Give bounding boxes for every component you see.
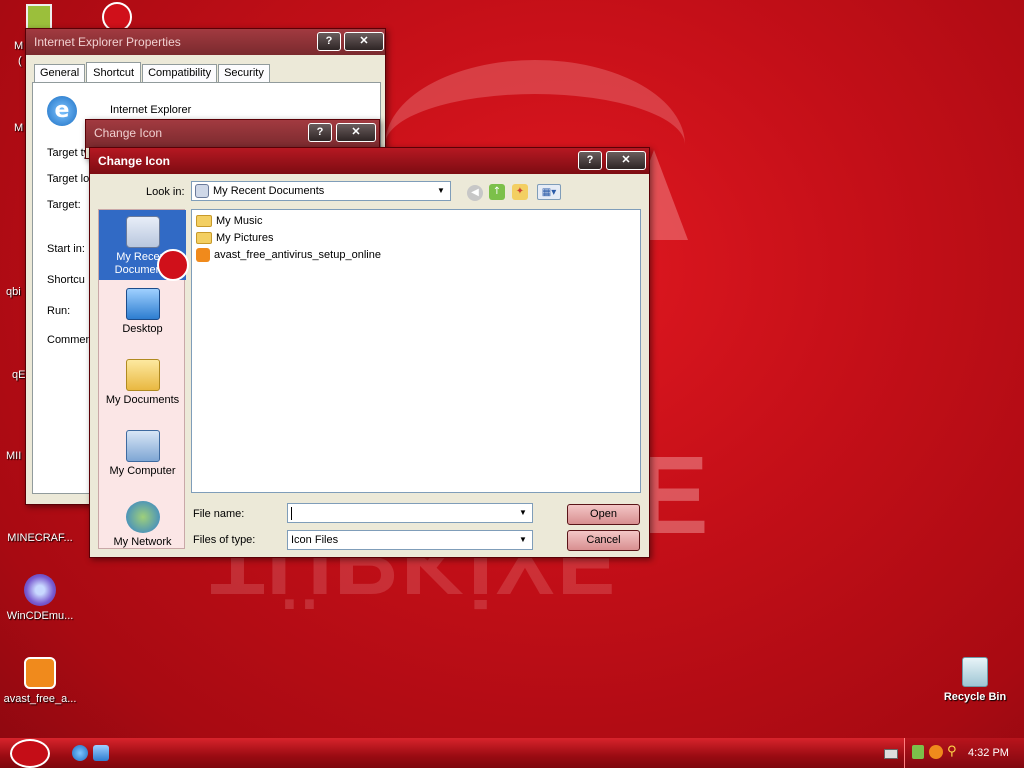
files-of-type-label: Files of type: [193,534,256,546]
desktop-label-fragment: qbi [6,286,21,298]
look-in-value: My Recent Documents [213,185,325,197]
avast-icon [196,248,210,262]
field-label-target-type: Target ty [47,147,90,159]
cd-icon [24,574,56,606]
window-title: Internet Explorer Properties [34,35,181,49]
place-my-documents[interactable]: My Documents [99,359,186,406]
close-button[interactable]: ✕ [344,32,384,51]
recent-documents-icon [195,184,209,199]
desktop-icon-wincdemu[interactable]: WinCDEmu... [0,574,80,622]
field-label-comment: Commen [47,334,92,346]
file-name-label: File name: [193,508,245,520]
file-name: My Pictures [216,232,274,244]
help-button[interactable]: ? [317,32,341,51]
back-icon[interactable]: ◀ [467,185,483,201]
files-of-type-value: Icon Files [291,534,339,546]
my-computer-icon [125,430,160,462]
place-label: My Documents [105,394,180,406]
help-button[interactable]: ? [578,151,602,170]
taskbar [0,738,1024,768]
desktop-label-fragment: M [14,122,24,134]
desktop-icon-recycle-bin[interactable]: Recycle Bin [935,657,1015,703]
my-network-icon [125,501,160,533]
window-title: Change Icon [94,126,163,140]
show-desktop-icon[interactable] [93,745,109,761]
desktop-label-fragment: MII [6,450,22,462]
avast-icon[interactable] [929,745,943,759]
desktop-icon [125,288,160,320]
file-name-input[interactable]: ▼ [287,503,533,523]
ie-properties-titlebar: Internet Explorer Properties ? ✕ [26,29,385,55]
list-item[interactable]: My Music [196,213,262,229]
avast-icon [24,657,56,689]
internet-explorer-icon: e [47,96,77,126]
window-title: Change Icon [98,154,171,168]
desktop-app-icon[interactable] [26,4,52,30]
close-button[interactable]: ✕ [606,151,646,170]
desktop-icon-label: MINECRAF... [7,532,73,544]
recycle-bin-icon [962,657,988,687]
folder-icon [196,232,212,244]
view-menu-icon[interactable]: ▦▾ [537,184,561,200]
close-button[interactable]: ✕ [336,123,376,142]
place-label: My Network [113,536,172,548]
cancel-button[interactable]: Cancel [567,530,640,551]
start-button[interactable] [10,739,50,768]
network-icon[interactable] [912,745,924,759]
tab-compatibility[interactable]: Compatibility [142,64,218,82]
folder-icon [196,215,212,227]
file-name: avast_free_antivirus_setup_online [214,249,381,261]
file-name: My Music [216,215,263,227]
file-list: My Music My Pictures avast_free_antiviru… [191,209,641,493]
desktop-icon-label: WinCDEmu... [6,610,74,622]
desktop-label-fragment: qE [12,369,26,381]
cursor-flag-icon [157,249,189,281]
desktop-icon-label: avast_free_a... [3,693,77,705]
chevron-down-icon[interactable]: ▼ [516,533,530,547]
help-button[interactable]: ? [308,123,332,142]
field-label-start-in: Start in: [47,243,85,255]
tab-general[interactable]: General [34,64,86,82]
list-item[interactable]: My Pictures [196,230,273,246]
text-cursor [291,506,292,520]
list-item[interactable]: avast_free_antivirus_setup_online [196,247,381,263]
desktop-label-fragment: ( [18,55,22,67]
properties-tabs: General Shortcut Compatibility Security [34,62,271,83]
open-button[interactable]: Open [567,504,640,525]
place-desktop[interactable]: Desktop [99,288,186,335]
new-folder-icon[interactable]: ✦ [512,184,528,200]
tab-security[interactable]: Security [218,64,270,82]
field-label-run: Run: [47,305,71,317]
desktop-icon-label: Recycle Bin [943,691,1007,703]
place-label: Desktop [122,323,163,335]
tab-shortcut[interactable]: Shortcut [86,62,142,83]
app-name: Internet Explorer [110,104,192,116]
field-label-shortcut-key: Shortcu [47,274,85,286]
desktop-icon-avast[interactable]: avast_free_a... [0,657,80,705]
field-label-target-location: Target lo [47,173,90,185]
keyboard-icon[interactable] [884,749,898,759]
place-label: My Computer [109,465,176,477]
chevron-down-icon[interactable]: ▼ [434,184,448,198]
search-icon[interactable]: ⚲ [947,745,961,759]
look-in-dropdown[interactable]: My Recent Documents ▼ [191,181,451,201]
my-documents-icon [125,359,160,391]
change-icon-titlebar: Change Icon ? ✕ [90,148,649,174]
files-of-type-dropdown[interactable]: Icon Files ▼ [287,530,533,550]
change-icon-back-titlebar: Change Icon ? ✕ [86,120,379,148]
desktop-label-fragment: M [14,40,24,52]
internet-explorer-icon[interactable] [72,745,88,761]
chevron-down-icon[interactable]: ▼ [516,506,530,520]
place-my-computer[interactable]: My Computer [99,430,186,477]
place-my-network[interactable]: My Network [99,501,186,548]
desktop-icon-minecraft[interactable]: MINECRAF... [0,516,80,544]
recent-documents-icon [125,216,160,248]
clock[interactable]: 4:32 PM [968,745,1009,761]
up-folder-icon[interactable]: ↑ [489,184,505,200]
field-label-target: Target: [47,199,81,211]
look-in-label: Look in: [146,186,185,198]
